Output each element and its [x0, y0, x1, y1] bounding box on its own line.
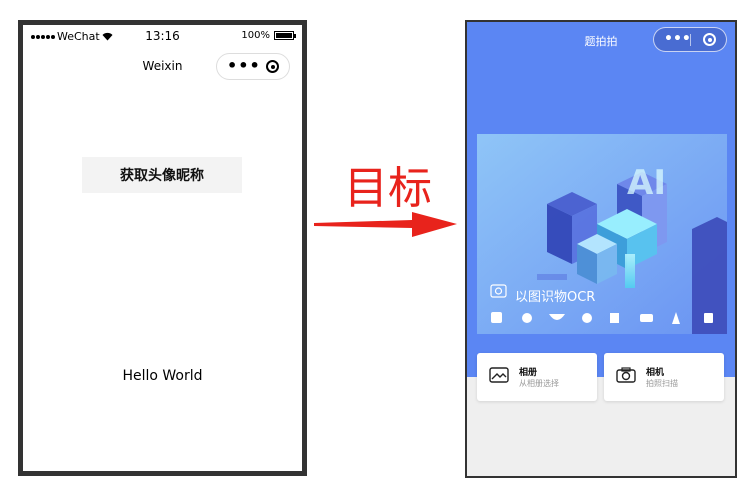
- left-phone-frame: WeChat 13:16 100% Weixin ••• 获取头像昵称 Hell…: [18, 20, 307, 476]
- image-icon: [489, 367, 509, 383]
- get-nickname-button[interactable]: 获取头像昵称: [82, 157, 242, 193]
- battery-label: 100%: [241, 30, 270, 41]
- arrow-right-icon: [314, 212, 457, 237]
- camera-title: 相机: [646, 368, 665, 378]
- camera-icon: [616, 367, 636, 383]
- capsule-divider: [690, 34, 691, 46]
- svg-text:AI: AI: [627, 163, 666, 203]
- album-card[interactable]: 相册 从相册选择: [477, 353, 597, 401]
- hello-text: Hello World: [122, 368, 203, 384]
- close-target-icon[interactable]: [703, 33, 716, 46]
- status-bar: WeChat 13:16 100%: [23, 25, 302, 47]
- battery-icon: [274, 31, 296, 40]
- miniprogram-capsule[interactable]: •••: [216, 53, 290, 80]
- album-title: 相册: [519, 368, 538, 378]
- camera-subtitle: 拍照扫描: [646, 379, 678, 388]
- target-label: 目标: [344, 163, 432, 214]
- camera-card[interactable]: 相机 拍照扫描: [604, 353, 724, 401]
- more-icon[interactable]: •••: [664, 32, 691, 46]
- battery-indicator: 100%: [241, 30, 296, 41]
- more-icon[interactable]: •••: [227, 58, 261, 74]
- close-target-icon[interactable]: [266, 60, 279, 73]
- right-phone-frame: 题拍拍 ••• AI 以图识物OCR 相册 从相册选择 相机 拍照扫描: [465, 20, 737, 478]
- album-subtitle: 从相册选择: [519, 379, 559, 388]
- miniprogram-capsule[interactable]: •••: [653, 27, 727, 52]
- banner-caption: 以图识物OCR: [515, 290, 596, 305]
